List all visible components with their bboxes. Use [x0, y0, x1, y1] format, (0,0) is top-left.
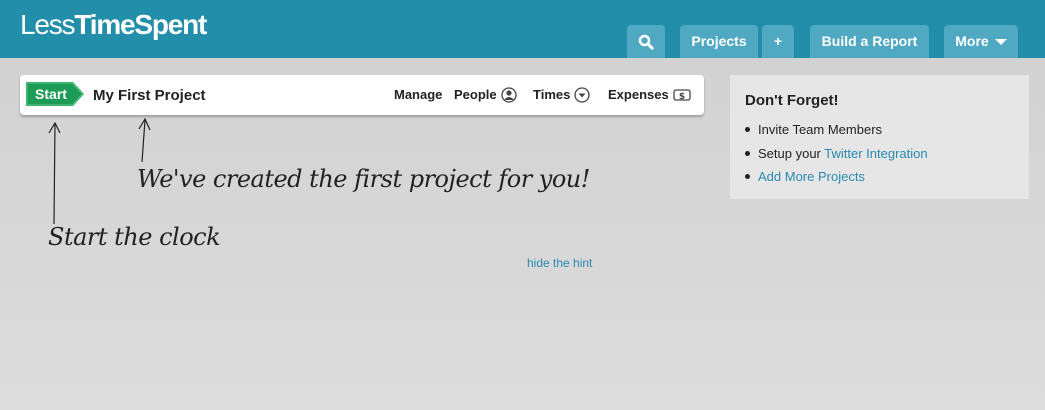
list-item: Invite Team Members — [745, 118, 928, 142]
invite-team-text: Invite Team Members — [758, 122, 883, 137]
hint-start-clock: Start the clock — [48, 223, 221, 251]
bullet-icon — [745, 127, 750, 133]
bullet-icon — [745, 174, 750, 180]
hide-hint-link[interactable]: hide the hint — [527, 256, 592, 270]
hint-created-project: We've created the first project for you! — [137, 165, 590, 193]
dont-forget-panel: Don't Forget! Invite Team Members Setup … — [730, 75, 1029, 199]
hint-arrows — [48, 117, 151, 225]
list-item: Setup your Twitter Integration — [745, 142, 928, 166]
add-more-projects-link[interactable]: Add More Projects — [758, 169, 865, 184]
twitter-integration-link[interactable]: Twitter Integration — [824, 146, 927, 161]
list-item: Add More Projects — [745, 165, 928, 189]
reminder-list: Invite Team Members Setup your Twitter I… — [745, 118, 928, 189]
bullet-icon — [745, 150, 750, 156]
panel-title: Don't Forget! — [745, 92, 839, 109]
setup-prefix-text: Setup your — [758, 145, 825, 161]
